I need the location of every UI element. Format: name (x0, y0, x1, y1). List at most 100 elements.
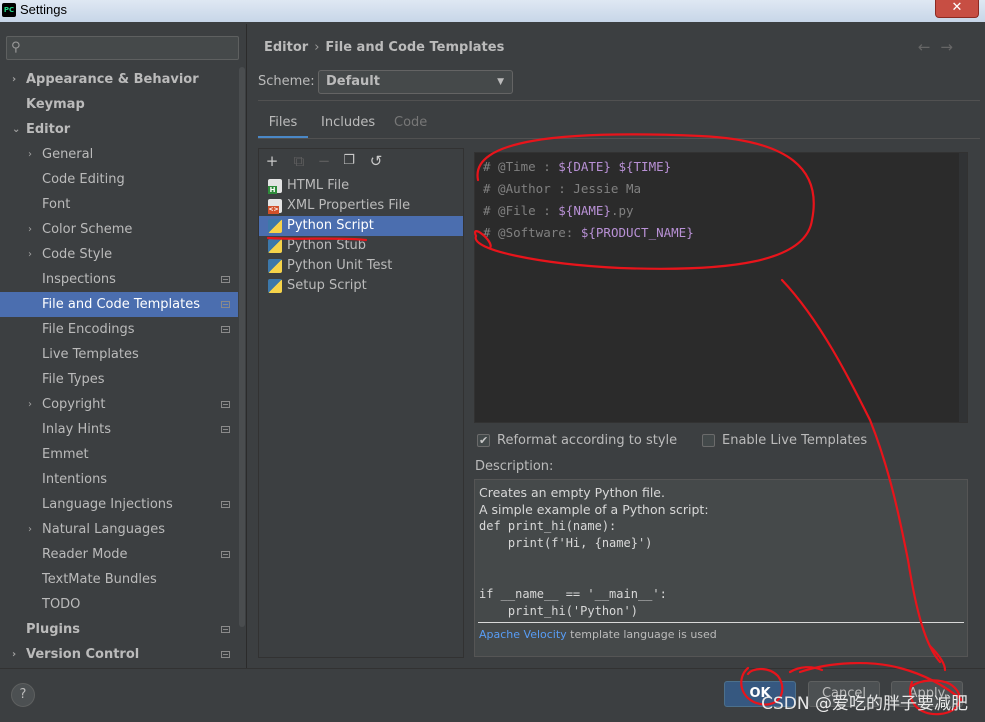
sidebar-item-label: File Types (42, 372, 105, 387)
description-panel: Creates an empty Python file. A simple e… (474, 479, 968, 657)
sidebar-item-label: Font (42, 197, 71, 212)
sidebar-item-textmate-bundles[interactable]: TextMate Bundles (0, 567, 238, 592)
project-level-icon (221, 276, 230, 283)
sidebar-item-keymap[interactable]: Keymap (0, 92, 238, 117)
sidebar-item-label: Copyright (42, 397, 106, 412)
sidebar-item-general[interactable]: › General (0, 142, 238, 167)
sidebar-item-label: Keymap (26, 97, 85, 112)
settings-search-input[interactable]: ⚲ (6, 36, 239, 60)
sidebar-item-language-injections[interactable]: Language Injections (0, 492, 238, 517)
sidebar-item-code-editing[interactable]: Code Editing (0, 167, 238, 192)
code-comment: # @Time : (483, 159, 559, 174)
scheme-dropdown[interactable]: Default ▼ (318, 70, 513, 94)
reset-icon[interactable]: ↺ (367, 152, 385, 170)
breadcrumb-parent[interactable]: Editor (264, 40, 308, 55)
sidebar-item-version-control[interactable]: › Version Control (0, 642, 238, 667)
code-comment: # @Software: (483, 225, 581, 240)
back-arrow-icon[interactable]: ← (918, 38, 941, 56)
sidebar-item-reader-mode[interactable]: Reader Mode (0, 542, 238, 567)
template-item-label: Setup Script (287, 278, 367, 293)
template-item[interactable]: HTML File (259, 176, 463, 196)
template-editor[interactable]: # @Time : ${DATE} ${TIME} # @Author : Je… (474, 152, 968, 423)
sidebar-item-color-scheme[interactable]: › Color Scheme (0, 217, 238, 242)
live-templates-label: Enable Live Templates (722, 433, 868, 448)
tab-divider (258, 138, 980, 139)
project-level-icon (221, 326, 230, 333)
code-line: # @Software: ${PRODUCT_NAME} (483, 222, 967, 244)
add-icon[interactable]: + (263, 152, 281, 170)
search-icon: ⚲ (11, 40, 21, 55)
window-title: Settings (20, 2, 67, 17)
tab-includes[interactable]: Includes (321, 111, 375, 139)
footer-text: template language is used (566, 628, 717, 641)
template-item[interactable]: XML Properties File (259, 196, 463, 216)
checkbox-checked-icon (477, 432, 490, 450)
template-item[interactable]: Python Unit Test (259, 256, 463, 276)
chevron-right-icon[interactable]: › (28, 217, 38, 242)
sidebar-item-intentions[interactable]: Intentions (0, 467, 238, 492)
close-window-button[interactable]: ✕ (935, 0, 979, 18)
sidebar-item-label: General (42, 147, 94, 162)
sidebar-item-plugins[interactable]: Plugins (0, 617, 238, 642)
template-variable: ${PRODUCT_NAME} (580, 225, 694, 240)
sidebar-item-natural-languages[interactable]: › Natural Languages (0, 517, 238, 542)
tab-code[interactable]: Code (394, 111, 427, 139)
sidebar-item-label: Appearance & Behavior (26, 72, 199, 87)
sidebar-item-label: Reader Mode (42, 547, 128, 562)
editor-scrollbar[interactable] (959, 153, 967, 422)
sidebar-item-todo[interactable]: TODO (0, 592, 238, 617)
reformat-label: Reformat according to style (497, 433, 678, 448)
copy-icon[interactable]: ❐ (340, 152, 358, 170)
sidebar-item-file-and-code-templates[interactable]: File and Code Templates (0, 292, 238, 317)
template-item[interactable]: Python Script (259, 216, 463, 236)
remove-icon[interactable]: − (315, 152, 333, 170)
sidebar-item-file-types[interactable]: File Types (0, 367, 238, 392)
sidebar-item-label: Natural Languages (42, 522, 166, 537)
sidebar-item-label: TODO (42, 597, 81, 612)
help-button[interactable]: ? (11, 683, 35, 707)
sidebar-item-label: Live Templates (42, 347, 139, 362)
template-item[interactable]: Python Stub (259, 236, 463, 256)
chevron-right-icon[interactable]: › (12, 67, 22, 92)
sidebar-item-editor[interactable]: ⌄ Editor (0, 117, 238, 142)
sidebar-item-appearance-behavior[interactable]: › Appearance & Behavior (0, 67, 238, 92)
project-level-icon (221, 301, 230, 308)
chevron-right-icon[interactable]: › (28, 517, 38, 542)
sidebar-item-label: Inlay Hints (42, 422, 111, 437)
code-comment: # @File : (483, 203, 559, 218)
sidebar-item-emmet[interactable]: Emmet (0, 442, 238, 467)
apache-velocity-link[interactable]: Apache Velocity (479, 628, 567, 641)
sidebar-item-label: File Encodings (42, 322, 135, 337)
xml-file-icon (268, 199, 282, 214)
template-variable: ${DATE} ${TIME} (558, 159, 672, 174)
code-line: # @File : ${NAME}.py (483, 200, 967, 222)
sidebar-item-copyright[interactable]: › Copyright (0, 392, 238, 417)
watermark: CSDN @爱吃的胖子要减肥 (761, 694, 968, 714)
create-child-icon[interactable]: ⧉ (290, 152, 308, 170)
sidebar-item-font[interactable]: Font (0, 192, 238, 217)
settings-sidebar: ⚲ › Appearance & Behavior Keymap ⌄ Editor › Ge… (0, 24, 247, 668)
sidebar-item-live-templates[interactable]: Live Templates (0, 342, 238, 367)
description-text: Creates an empty Python file. A simple e… (479, 485, 709, 517)
sidebar-item-label: Inspections (42, 272, 116, 287)
forward-arrow-icon[interactable]: → (940, 38, 963, 56)
sidebar-item-label: File and Code Templates (42, 297, 200, 312)
sidebar-item-inlay-hints[interactable]: Inlay Hints (0, 417, 238, 442)
description-code: def print_hi(name): print(f'Hi, {name}')… (479, 519, 667, 618)
history-nav: ←→ (918, 38, 963, 56)
sidebar-item-code-style[interactable]: › Code Style (0, 242, 238, 267)
chevron-down-icon[interactable]: ⌄ (12, 117, 22, 142)
template-item[interactable]: Setup Script (259, 276, 463, 296)
tab-files[interactable]: Files (258, 111, 308, 139)
chevron-down-icon: ▼ (497, 77, 504, 87)
chevron-right-icon[interactable]: › (12, 642, 22, 667)
template-item-label: Python Script (287, 218, 374, 233)
chevron-right-icon[interactable]: › (28, 142, 38, 167)
sidebar-scrollbar[interactable] (239, 67, 245, 627)
template-item-label: Python Stub (287, 238, 367, 253)
chevron-right-icon[interactable]: › (28, 242, 38, 267)
sidebar-item-file-encodings[interactable]: File Encodings (0, 317, 238, 342)
sidebar-item-inspections[interactable]: Inspections (0, 267, 238, 292)
template-list: + ⧉ − ❐ ↺ HTML File XML Properties File Py… (258, 148, 464, 658)
chevron-right-icon[interactable]: › (28, 392, 38, 417)
